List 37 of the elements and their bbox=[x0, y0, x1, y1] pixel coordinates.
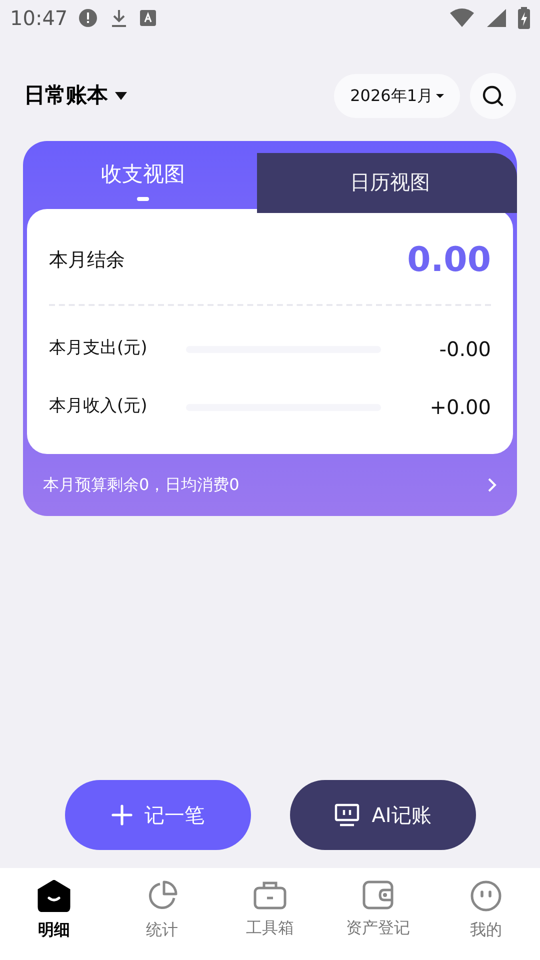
caret-icon bbox=[114, 91, 128, 101]
signal-icon bbox=[486, 8, 506, 28]
nav-tab[interactable]: 明细 bbox=[0, 868, 108, 960]
keyboard-icon bbox=[140, 10, 156, 26]
briefcase-icon bbox=[253, 880, 287, 910]
ai-record-button[interactable]: AI记账 bbox=[290, 780, 476, 850]
balance-value: 0.00 bbox=[407, 239, 491, 282]
wallet-icon bbox=[362, 880, 394, 910]
summary-value: -0.00 bbox=[439, 336, 491, 363]
balance-label: 本月结余 bbox=[49, 248, 125, 274]
search-button[interactable] bbox=[470, 73, 516, 119]
add-record-button[interactable]: 记一笔 bbox=[64, 780, 250, 850]
nav-tab[interactable]: 工具箱 bbox=[216, 868, 324, 960]
budget-link[interactable]: 本月预算剩余0，日均消费0 bbox=[23, 454, 517, 516]
house-icon bbox=[37, 880, 71, 912]
month-selector[interactable]: 2026年1月 bbox=[334, 74, 460, 118]
face-icon bbox=[470, 880, 502, 912]
summary-label: 本月支出(元) bbox=[49, 337, 148, 360]
book-selector[interactable]: 日常账本 bbox=[24, 80, 128, 112]
plus-icon bbox=[110, 804, 132, 826]
search-icon bbox=[481, 84, 505, 108]
chevron-right-icon bbox=[487, 477, 497, 493]
battery-icon bbox=[518, 7, 530, 29]
view-tab[interactable]: 日历视图 bbox=[263, 141, 517, 209]
summary-value: +0.00 bbox=[430, 394, 491, 421]
nav-tab[interactable]: 资产登记 bbox=[324, 868, 432, 960]
pie-chart-icon bbox=[146, 880, 178, 912]
status-time: 10:47 bbox=[10, 5, 66, 32]
download-icon bbox=[110, 8, 128, 28]
caret-icon bbox=[436, 93, 444, 99]
monitor-icon bbox=[334, 803, 360, 827]
nav-tab[interactable]: 我的 bbox=[432, 868, 540, 960]
wifi-icon bbox=[450, 8, 474, 28]
summary-label: 本月收入(元) bbox=[49, 395, 148, 418]
alert-icon bbox=[78, 8, 98, 28]
nav-tab[interactable]: 统计 bbox=[108, 868, 216, 960]
view-tab[interactable]: 收支视图 bbox=[23, 141, 263, 209]
